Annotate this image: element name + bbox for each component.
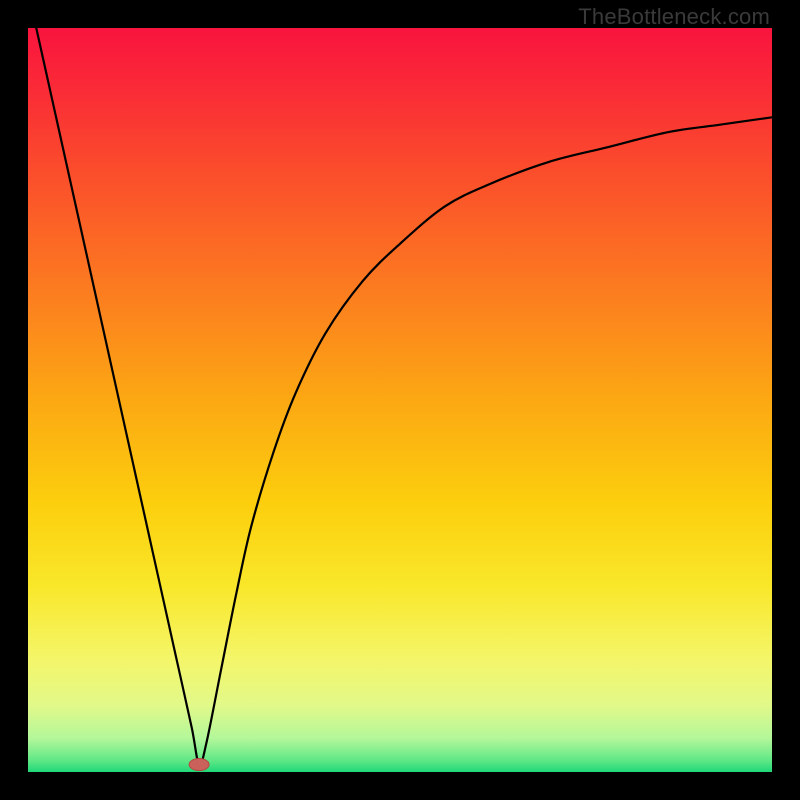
chart-frame: TheBottleneck.com — [0, 0, 800, 800]
plot-area — [28, 28, 772, 772]
optimal-point-marker — [189, 759, 209, 771]
watermark-text: TheBottleneck.com — [578, 4, 770, 30]
chart-overlay — [28, 28, 772, 772]
bottleneck-curve — [28, 28, 772, 765]
